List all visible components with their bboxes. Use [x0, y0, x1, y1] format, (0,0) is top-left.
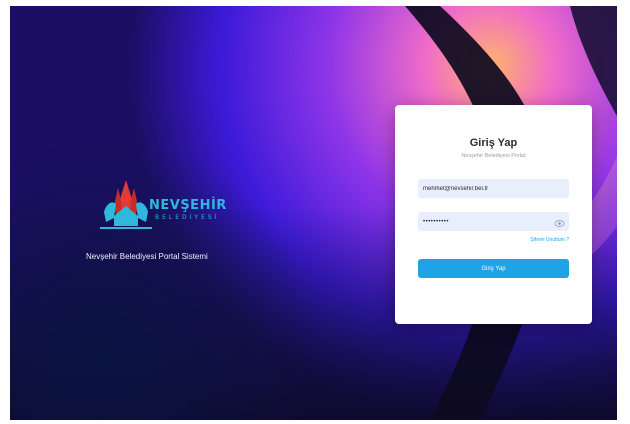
login-card: Giriş Yap Nevşehir Belediyesi Portal Şif… — [395, 105, 592, 324]
logo-emblem: NEVŞEHİR BELEDİYESİ — [96, 176, 236, 234]
logo-wordmark: NEVŞEHİR — [149, 198, 227, 213]
login-button[interactable]: Giriş Yap — [418, 259, 569, 278]
portal-name: Nevşehir Belediyesi Portal Sistemi — [86, 252, 208, 261]
login-title: Giriş Yap — [469, 137, 518, 149]
login-subtitle: Nevşehir Belediyesi Portal — [461, 153, 526, 159]
forgot-password-link[interactable]: Şifreni Unuttum ? — [530, 237, 569, 243]
email-field[interactable] — [418, 179, 569, 198]
password-field[interactable] — [418, 212, 569, 231]
logo-subtitle: BELEDİYESİ — [155, 214, 220, 221]
eye-icon[interactable] — [554, 216, 565, 227]
login-page: NEVŞEHİR BELEDİYESİ Nevşehir Belediyesi … — [10, 6, 617, 420]
